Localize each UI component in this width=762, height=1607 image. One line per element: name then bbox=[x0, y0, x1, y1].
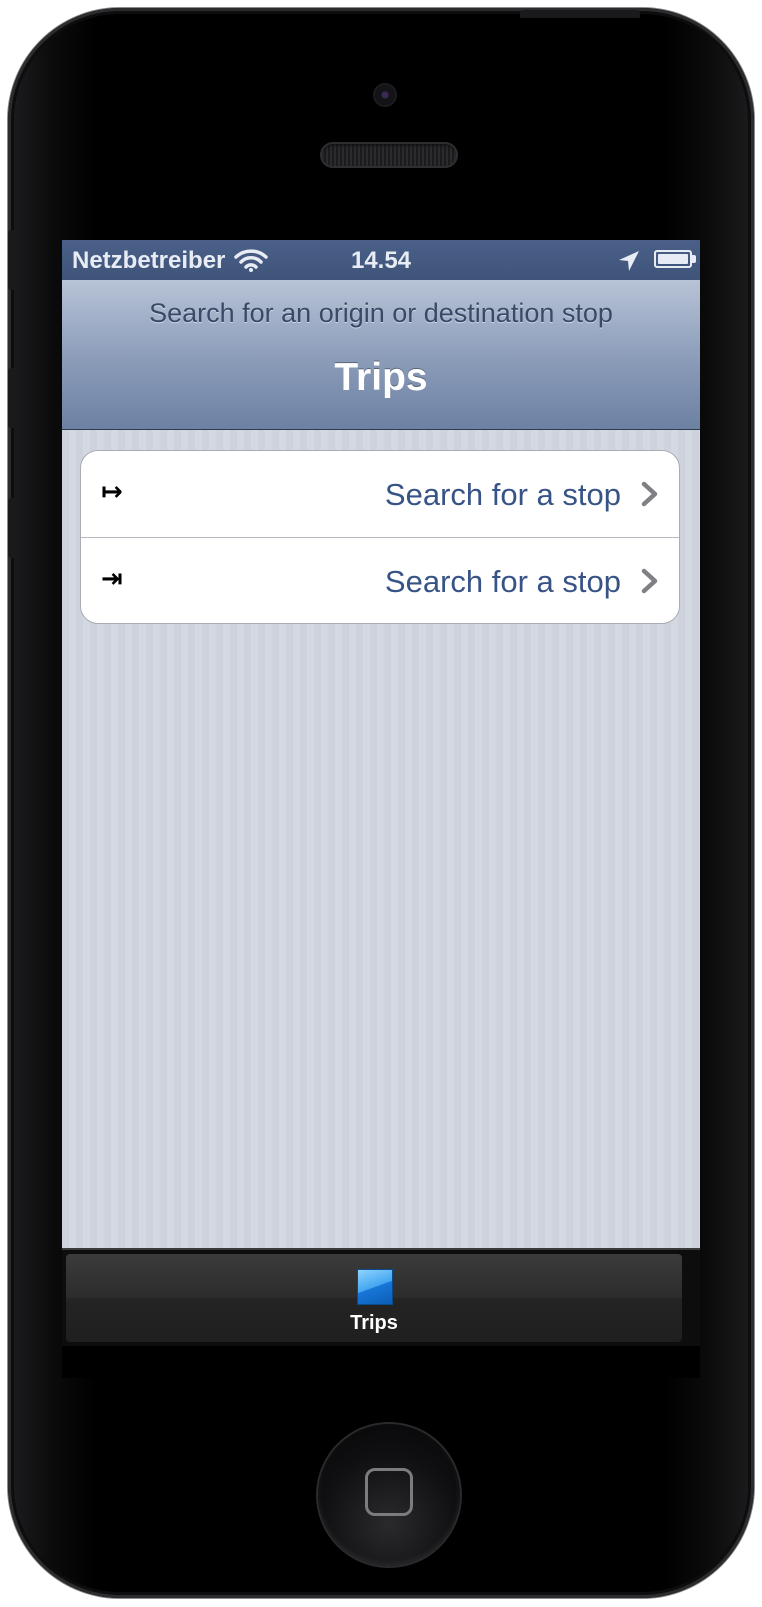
chevron-right-icon bbox=[641, 481, 658, 507]
content-area: ↦ Search for a stop ⇥ Search for a stop bbox=[62, 430, 700, 1258]
mute-switch bbox=[8, 230, 16, 290]
chevron-right-icon bbox=[641, 568, 658, 594]
battery-icon bbox=[654, 250, 692, 268]
destination-arrow-icon: ⇥ bbox=[101, 564, 123, 594]
navigation-bar: Search for an origin or destination stop… bbox=[62, 280, 700, 430]
status-time: 14.54 bbox=[350, 247, 412, 274]
battery-tip bbox=[692, 255, 696, 263]
earpiece-speaker bbox=[320, 142, 458, 168]
tab-trips-label: Trips bbox=[350, 1312, 398, 1334]
trips-tab-icon bbox=[358, 1270, 392, 1304]
volume-down-button bbox=[8, 498, 16, 558]
home-button[interactable] bbox=[318, 1424, 460, 1566]
tab-bar: Trips bbox=[62, 1248, 700, 1348]
origin-arrow-icon: ↦ bbox=[101, 477, 123, 507]
screen: Netzbetreiber 14.54 Search for an origin… bbox=[62, 240, 700, 1378]
destination-stop-cell[interactable]: ⇥ Search for a stop bbox=[81, 537, 679, 623]
front-camera bbox=[375, 85, 395, 105]
page-title: Trips bbox=[334, 356, 428, 399]
volume-up-button bbox=[8, 368, 16, 428]
home-square-icon bbox=[365, 1468, 413, 1516]
nav-prompt: Search for an origin or destination stop bbox=[149, 298, 613, 328]
screen-bottom-edge bbox=[62, 1346, 700, 1378]
origin-stop-cell[interactable]: ↦ Search for a stop bbox=[81, 451, 679, 537]
stop-search-group: ↦ Search for a stop ⇥ Search for a stop bbox=[80, 450, 680, 624]
tab-trips[interactable]: Trips bbox=[66, 1254, 682, 1342]
origin-stop-label: Search for a stop bbox=[384, 477, 621, 512]
destination-stop-label: Search for a stop bbox=[384, 564, 621, 599]
power-button bbox=[520, 10, 640, 18]
status-bar: Netzbetreiber 14.54 bbox=[62, 240, 700, 280]
location-arrow-icon bbox=[619, 251, 639, 271]
